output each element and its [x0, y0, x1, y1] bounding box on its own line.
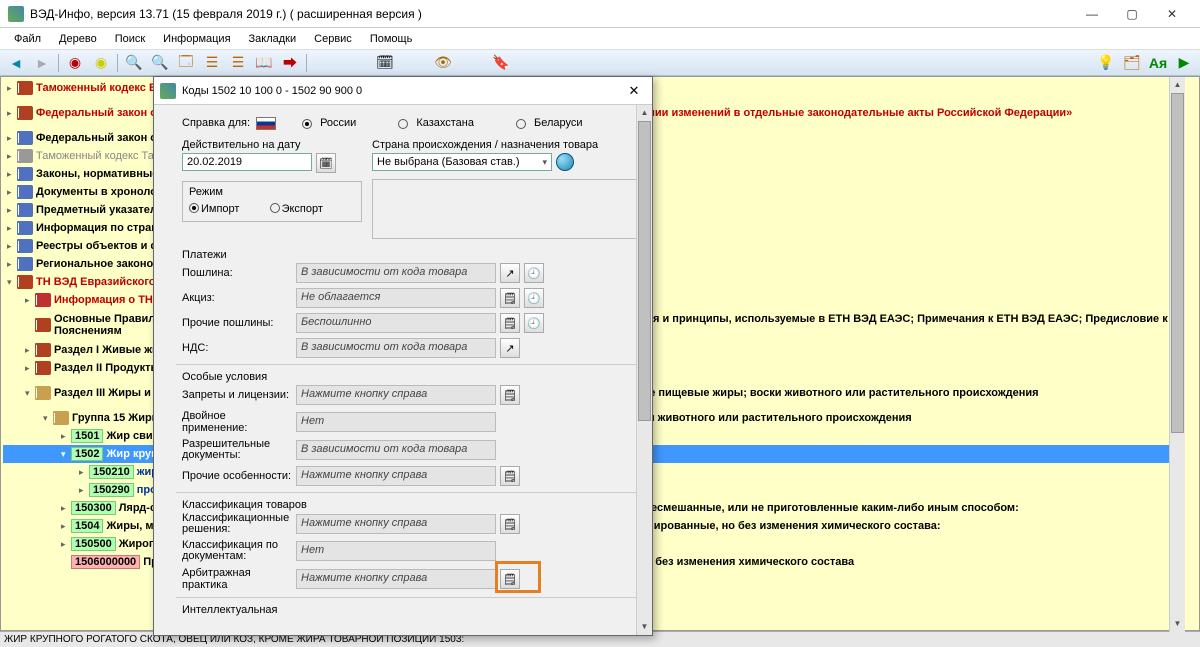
- eye-icon[interactable]: 👁: [431, 52, 455, 74]
- bookmark-target-icon[interactable]: ◉: [63, 52, 87, 74]
- excise-list-icon[interactable]: 🗒: [500, 288, 520, 308]
- other-time-icon[interactable]: 🕘: [524, 313, 544, 333]
- flag-icon[interactable]: ▶: [1172, 52, 1196, 74]
- origin-label: Страна происхождения / назначения товара: [372, 139, 642, 151]
- goto-icon[interactable]: ⮕: [278, 52, 302, 74]
- menu-tree[interactable]: Дерево: [51, 31, 105, 47]
- dialog-title: Коды 1502 10 100 0 - 1502 90 900 0: [182, 85, 622, 97]
- vat-info-icon[interactable]: ↗: [500, 338, 520, 358]
- dialog-close-icon[interactable]: ✕: [622, 83, 646, 99]
- bans-list-icon[interactable]: 🗒: [500, 385, 520, 405]
- radio-belarus[interactable]: [516, 119, 526, 129]
- nav-fwd-icon[interactable]: ►: [30, 52, 54, 74]
- menu-help[interactable]: Помощь: [362, 31, 421, 47]
- features-list-icon[interactable]: 🗒: [500, 466, 520, 486]
- menu-info[interactable]: Информация: [155, 31, 238, 47]
- spravka-label: Справка для:: [182, 117, 250, 129]
- radio-kazakhstan[interactable]: [398, 119, 408, 129]
- flag-ru-icon: [256, 117, 276, 130]
- radio-import[interactable]: [189, 203, 199, 213]
- duty-value: В зависимости от кода товара: [296, 263, 496, 283]
- maximize-button[interactable]: ▢: [1112, 2, 1152, 26]
- toolbar: ◄ ► ◉ ◉ 🔍 🔍 🗔 ☰ ☰ 📖 ⮕ 🗓 👁 🔖 💡 🗂 Aя ▶: [0, 50, 1200, 76]
- menu-search[interactable]: Поиск: [107, 31, 153, 47]
- circle-target-icon[interactable]: ◉: [89, 52, 113, 74]
- cards-icon[interactable]: 🗂: [1120, 52, 1144, 74]
- dualuse-value: Нет: [296, 412, 496, 432]
- titlebar: ВЭД-Инфо, версия 13.71 (15 февраля 2019 …: [0, 0, 1200, 28]
- arbitration-list-icon[interactable]: 🗒: [500, 569, 520, 589]
- chevron-down-icon: ▾: [542, 157, 547, 168]
- origin-dropdown[interactable]: Не выбрана (Базовая став.)▾: [372, 153, 552, 171]
- notes-icon[interactable]: ☰: [226, 52, 250, 74]
- tree-item[interactable]: Информация по странам: [36, 222, 172, 234]
- menu-file[interactable]: Файл: [6, 31, 49, 47]
- features-value: Нажмите кнопку справа: [296, 466, 496, 486]
- book-icon[interactable]: 📖: [252, 52, 276, 74]
- excise-value: Не облагается: [296, 288, 496, 308]
- arbitration-value: Нажмите кнопку справа: [296, 569, 496, 589]
- search-icon[interactable]: 🔍: [122, 52, 146, 74]
- close-button[interactable]: ✕: [1152, 2, 1192, 26]
- nav-back-icon[interactable]: ◄: [4, 52, 28, 74]
- class-decisions-value: Нажмите кнопку справа: [296, 514, 496, 534]
- excise-time-icon[interactable]: 🕘: [524, 288, 544, 308]
- dialog-icon: [160, 83, 176, 99]
- ay-icon[interactable]: Aя: [1146, 52, 1170, 74]
- class-docs-value: Нет: [296, 541, 496, 561]
- app-icon: [8, 6, 24, 22]
- menubar: Файл Дерево Поиск Информация Закладки Се…: [0, 28, 1200, 50]
- mode-label: Режим: [189, 186, 355, 198]
- date-label: Действительно на дату: [182, 139, 362, 151]
- dialog-scrollbar[interactable]: ▲ ▼: [636, 105, 652, 635]
- tree-scrollbar[interactable]: ▲ ▼: [1169, 77, 1185, 632]
- codes-dialog: Коды 1502 10 100 0 - 1502 90 900 0 ✕ Спр…: [153, 76, 653, 636]
- vat-value: В зависимости от кода товара: [296, 338, 496, 358]
- tree-item[interactable]: Предметный указатель: [36, 204, 164, 216]
- class-decisions-icon[interactable]: 🗒: [500, 514, 520, 534]
- window-title: ВЭД-Инфо, версия 13.71 (15 февраля 2019 …: [30, 7, 1072, 21]
- calendar-button-icon[interactable]: 🗓: [316, 153, 336, 173]
- radio-russia[interactable]: [302, 119, 312, 129]
- radio-export[interactable]: [270, 203, 280, 213]
- bulb-icon[interactable]: 💡: [1094, 52, 1118, 74]
- date-input[interactable]: 20.02.2019: [182, 153, 312, 171]
- list-icon[interactable]: ☰: [200, 52, 224, 74]
- ip-title: Интеллектуальная: [182, 604, 642, 616]
- search2-icon[interactable]: 🔍: [148, 52, 172, 74]
- classification-title: Классификация товаров: [182, 499, 642, 511]
- calendar-icon[interactable]: 🗓: [373, 52, 397, 74]
- permits-value: В зависимости от кода товара: [296, 440, 496, 460]
- duty-time-icon[interactable]: 🕘: [524, 263, 544, 283]
- menu-bookmarks[interactable]: Закладки: [241, 31, 305, 47]
- payments-title: Платежи: [182, 249, 642, 261]
- duty-info-icon[interactable]: ↗: [500, 263, 520, 283]
- other-list-icon[interactable]: 🗒: [500, 313, 520, 333]
- dict-icon[interactable]: 🗔: [174, 52, 198, 74]
- minimize-button[interactable]: —: [1072, 2, 1112, 26]
- other-duty-value: Беспошлинно: [296, 313, 496, 333]
- tag-icon[interactable]: 🔖: [489, 52, 513, 74]
- conditions-title: Особые условия: [182, 371, 642, 383]
- globe-icon[interactable]: [556, 153, 574, 171]
- menu-service[interactable]: Сервис: [306, 31, 360, 47]
- bans-value: Нажмите кнопку справа: [296, 385, 496, 405]
